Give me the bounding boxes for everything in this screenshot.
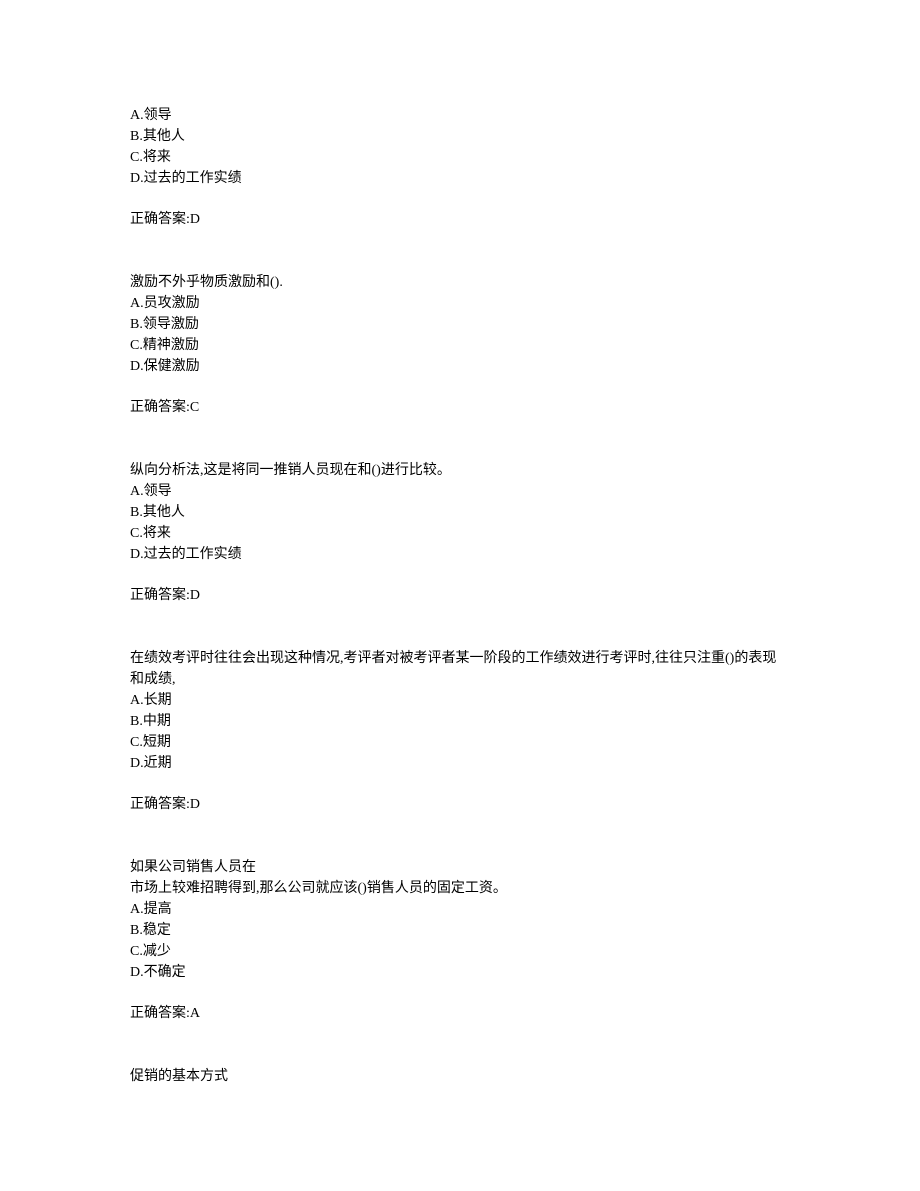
option-a: A.领导 xyxy=(130,105,790,126)
document-page: A.领导 B.其他人 C.将来 D.过去的工作实绩 正确答案:D 激励不外乎物质… xyxy=(0,0,920,1087)
option-d: D.近期 xyxy=(130,753,790,774)
correct-answer: 正确答案:D xyxy=(130,585,790,606)
correct-answer: 正确答案:D xyxy=(130,209,790,230)
option-c: C.将来 xyxy=(130,147,790,168)
option-c: C.精神激励 xyxy=(130,335,790,356)
question-block: 如果公司销售人员在 市场上较难招聘得到,那么公司就应该()销售人员的固定工资。 … xyxy=(130,857,790,1024)
question-stem: 激励不外乎物质激励和(). xyxy=(130,272,790,293)
option-a: A.领导 xyxy=(130,481,790,502)
option-c: C.短期 xyxy=(130,732,790,753)
question-block: 激励不外乎物质激励和(). A.员攻激励 B.领导激励 C.精神激励 D.保健激… xyxy=(130,272,790,418)
correct-answer: 正确答案:A xyxy=(130,1003,790,1024)
option-b: B.稳定 xyxy=(130,920,790,941)
question-stem: 如果公司销售人员在 市场上较难招聘得到,那么公司就应该()销售人员的固定工资。 xyxy=(130,857,790,899)
option-a: A.员攻激励 xyxy=(130,293,790,314)
option-a: A.提高 xyxy=(130,899,790,920)
question-stem: 促销的基本方式 xyxy=(130,1066,790,1087)
option-d: D.不确定 xyxy=(130,962,790,983)
option-c: C.减少 xyxy=(130,941,790,962)
option-b: B.其他人 xyxy=(130,502,790,523)
question-stem: 在绩效考评时往往会出现这种情况,考评者对被考评者某一阶段的工作绩效进行考评时,往… xyxy=(130,648,790,690)
option-b: B.中期 xyxy=(130,711,790,732)
option-a: A.长期 xyxy=(130,690,790,711)
correct-answer: 正确答案:C xyxy=(130,397,790,418)
question-block: 纵向分析法,这是将同一推销人员现在和()进行比较。 A.领导 B.其他人 C.将… xyxy=(130,460,790,606)
question-block: A.领导 B.其他人 C.将来 D.过去的工作实绩 正确答案:D xyxy=(130,105,790,230)
question-block: 促销的基本方式 xyxy=(130,1066,790,1087)
correct-answer: 正确答案:D xyxy=(130,794,790,815)
question-stem: 纵向分析法,这是将同一推销人员现在和()进行比较。 xyxy=(130,460,790,481)
option-d: D.保健激励 xyxy=(130,356,790,377)
option-c: C.将来 xyxy=(130,523,790,544)
option-d: D.过去的工作实绩 xyxy=(130,544,790,565)
option-d: D.过去的工作实绩 xyxy=(130,168,790,189)
question-block: 在绩效考评时往往会出现这种情况,考评者对被考评者某一阶段的工作绩效进行考评时,往… xyxy=(130,648,790,815)
option-b: B.其他人 xyxy=(130,126,790,147)
option-b: B.领导激励 xyxy=(130,314,790,335)
